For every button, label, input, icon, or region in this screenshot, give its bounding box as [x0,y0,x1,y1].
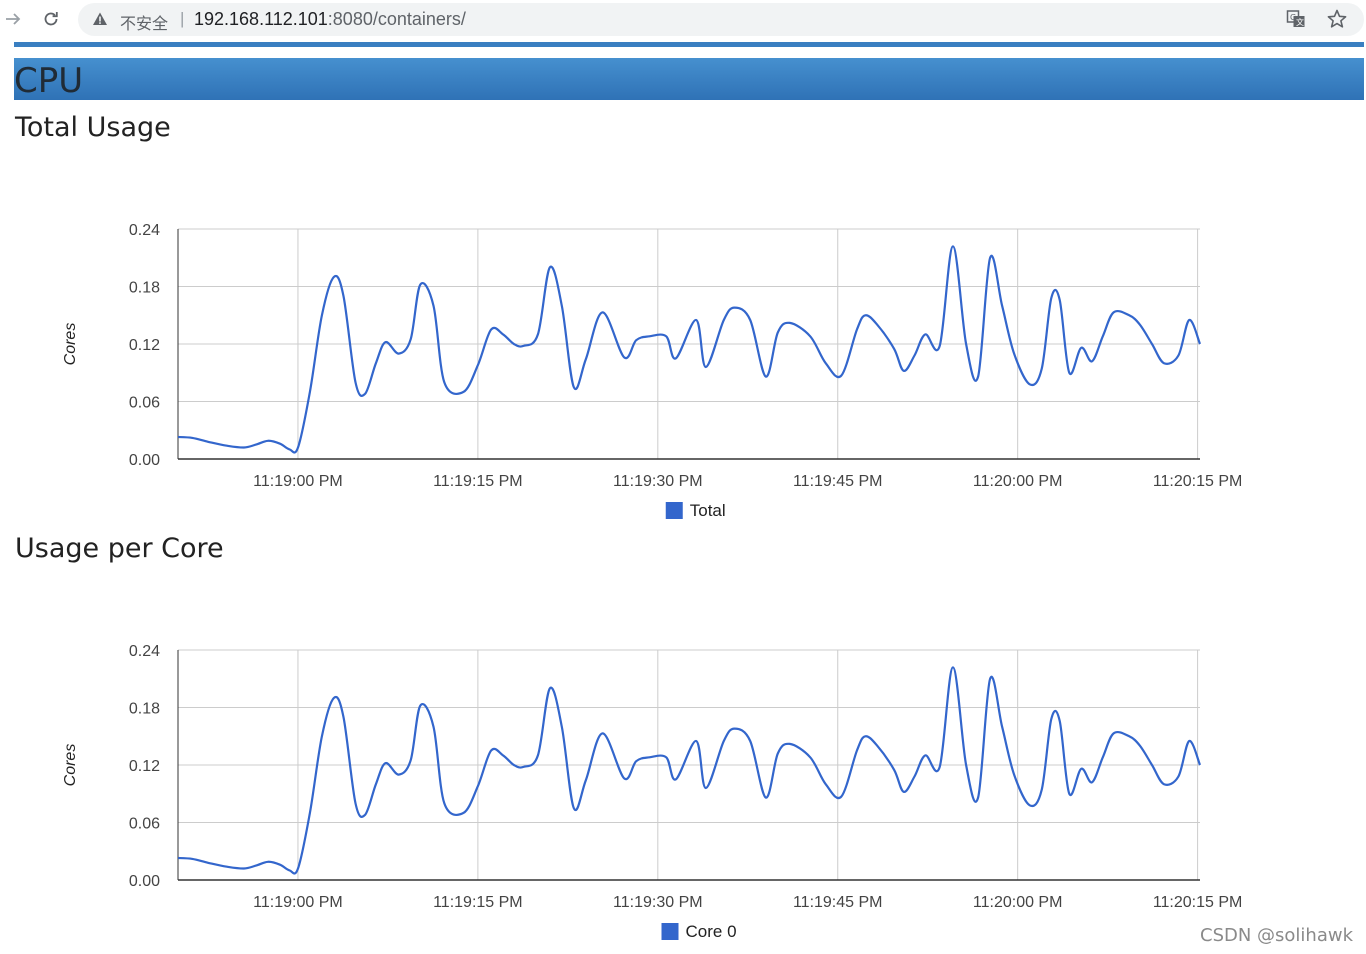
x-tick-label: 11:19:15 PM [433,894,523,911]
y-axis-label: Cores [62,323,79,366]
bookmark-star-icon[interactable] [1326,8,1348,30]
x-tick-label: 11:20:00 PM [973,473,1063,490]
warning-icon [93,12,107,25]
series-line [177,666,1202,875]
y-tick-label: 0.12 [129,337,160,354]
url-text[interactable]: 192.168.112.101:8080/containers/ [194,9,466,30]
total-usage-chart-svg: 0.00 0.06 0.12 0.18 0.24 11:19:00 PM 11:19:15 … [62,222,1243,520]
y-tick-label: 0.00 [129,873,160,890]
usage-per-core-chart: 0.00 0.06 0.12 0.18 0.24 11:19:00 PM 11:19:15 … [0,621,1366,951]
svg-text:文: 文 [1296,17,1304,27]
url-separator: | [180,9,185,28]
x-tick-label: 11:20:15 PM [1153,473,1243,490]
y-tick-label: 0.24 [129,643,160,660]
x-tick-label: 11:20:00 PM [973,894,1063,911]
total-usage-heading: Total Usage [15,112,171,143]
y-tick-label: 0.12 [129,758,160,775]
x-tick-label: 11:19:00 PM [253,894,343,911]
x-tick-label: 11:19:00 PM [253,473,343,490]
translate-icon[interactable]: G文 [1286,9,1306,29]
y-tick-label: 0.06 [129,816,160,833]
y-tick-label: 0.18 [129,280,160,297]
usage-per-core-heading: Usage per Core [15,533,224,564]
x-tick-label: 11:19:30 PM [613,473,703,490]
x-tick-label: 11:20:15 PM [1153,894,1243,911]
reload-icon[interactable] [38,6,64,32]
y-tick-label: 0.18 [129,701,160,718]
legend-swatch [665,502,683,519]
section-title: CPU [14,61,84,101]
y-tick-label: 0.24 [129,222,160,239]
x-tick-label: 11:19:30 PM [613,894,703,911]
cpu-section-header: CPU [14,58,1364,101]
total-usage-chart: 0.00 0.06 0.12 0.18 0.24 11:19:00 PM 11:19:15 … [0,200,1366,530]
x-tick-label: 11:19:45 PM [793,894,883,911]
y-tick-label: 0.06 [129,395,160,412]
page-top-rule [14,42,1364,47]
y-tick-label: 0.00 [129,452,160,469]
url-host: 192.168.112.101 [194,9,328,29]
url-path: :8080/containers/ [327,9,466,29]
legend-label: Total [690,501,726,520]
y-axis-label: Cores [62,744,79,787]
x-tick-label: 11:19:45 PM [793,473,883,490]
insecure-label[interactable]: 不安全 [120,10,168,34]
legend-label: Core 0 [686,922,737,941]
legend-swatch [661,923,679,940]
forward-icon[interactable] [0,6,26,32]
x-tick-label: 11:19:15 PM [433,473,523,490]
browser-toolbar: 不安全 | 192.168.112.101:8080/containers/ G… [0,0,1366,40]
usage-per-core-chart-svg: 0.00 0.06 0.12 0.18 0.24 11:19:00 PM 11:19:15 … [62,643,1243,941]
address-bar[interactable]: 不安全 | 192.168.112.101:8080/containers/ G… [78,3,1364,36]
series-line [177,245,1202,454]
watermark: CSDN @solihawk [1200,925,1354,946]
